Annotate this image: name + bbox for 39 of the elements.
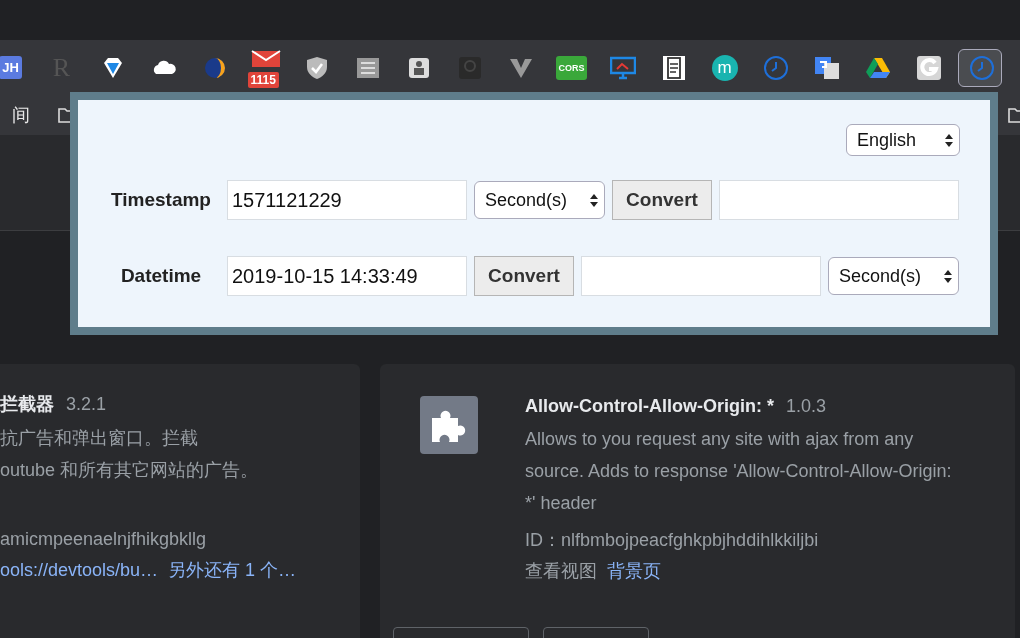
convert-button[interactable]: Convert: [474, 256, 574, 296]
extension-name: 拦截器: [0, 393, 54, 416]
monitor-icon[interactable]: [609, 54, 636, 81]
clipboard-icon[interactable]: [660, 54, 687, 81]
extension-id: ID：nlfbmbojpeacfghkpbjhddihlkkiljbi: [525, 529, 820, 552]
extension-description: Allows to you request any site with ajax from any source. Adds to response 'Allow-Control-Allow-Origin: *' header: [525, 428, 953, 515]
stepper-icon: [945, 133, 953, 147]
extension-version: 3.2.1: [66, 394, 107, 415]
convert-button[interactable]: Convert: [612, 180, 712, 220]
view-link[interactable]: 背景页: [607, 555, 661, 587]
unit-select[interactable]: Second(s): [474, 181, 605, 219]
text-field[interactable]: 1571121229: [227, 180, 467, 220]
unit-select[interactable]: Second(s): [828, 257, 959, 295]
clock-icon: [968, 54, 995, 81]
field-label: Timestamp: [110, 189, 212, 211]
selected-extension-button[interactable]: [957, 48, 1002, 87]
text-field[interactable]: [581, 256, 821, 296]
g-logo-icon[interactable]: [915, 54, 942, 81]
view-link[interactable]: ools://devtools/bu…: [0, 554, 159, 586]
extension-id: amicmpeenaelnjfhikgbkllg: [0, 528, 208, 551]
text-field[interactable]: 2019-10-15 14:33:49: [227, 256, 467, 296]
clock-icon[interactable]: [762, 54, 789, 81]
field-label: Datetime: [119, 265, 203, 287]
bookmark-item[interactable]: 间: [12, 103, 30, 127]
puzzle-icon: [420, 396, 478, 454]
extension-name: Allow-Control-Allow-Origin: *: [525, 396, 774, 417]
translate-icon[interactable]: [813, 54, 840, 81]
views-label: 查看视图: [525, 560, 597, 583]
mail-icon[interactable]: [250, 49, 281, 68]
view-link[interactable]: 另外还有 1 个…: [168, 554, 297, 586]
stepper-icon: [590, 193, 598, 207]
text-field[interactable]: [719, 180, 959, 220]
extension-version: 1.0.3: [785, 396, 826, 417]
app-icon[interactable]: JH: [0, 56, 22, 79]
extension-description: outube 和所有其它网站的广告。: [0, 459, 260, 482]
count-badge: 1115: [247, 71, 279, 88]
extension-description: 抗广告和弹出窗口。拦截: [0, 427, 199, 450]
stepper-icon: [944, 269, 952, 283]
language-select[interactable]: English: [846, 124, 960, 156]
